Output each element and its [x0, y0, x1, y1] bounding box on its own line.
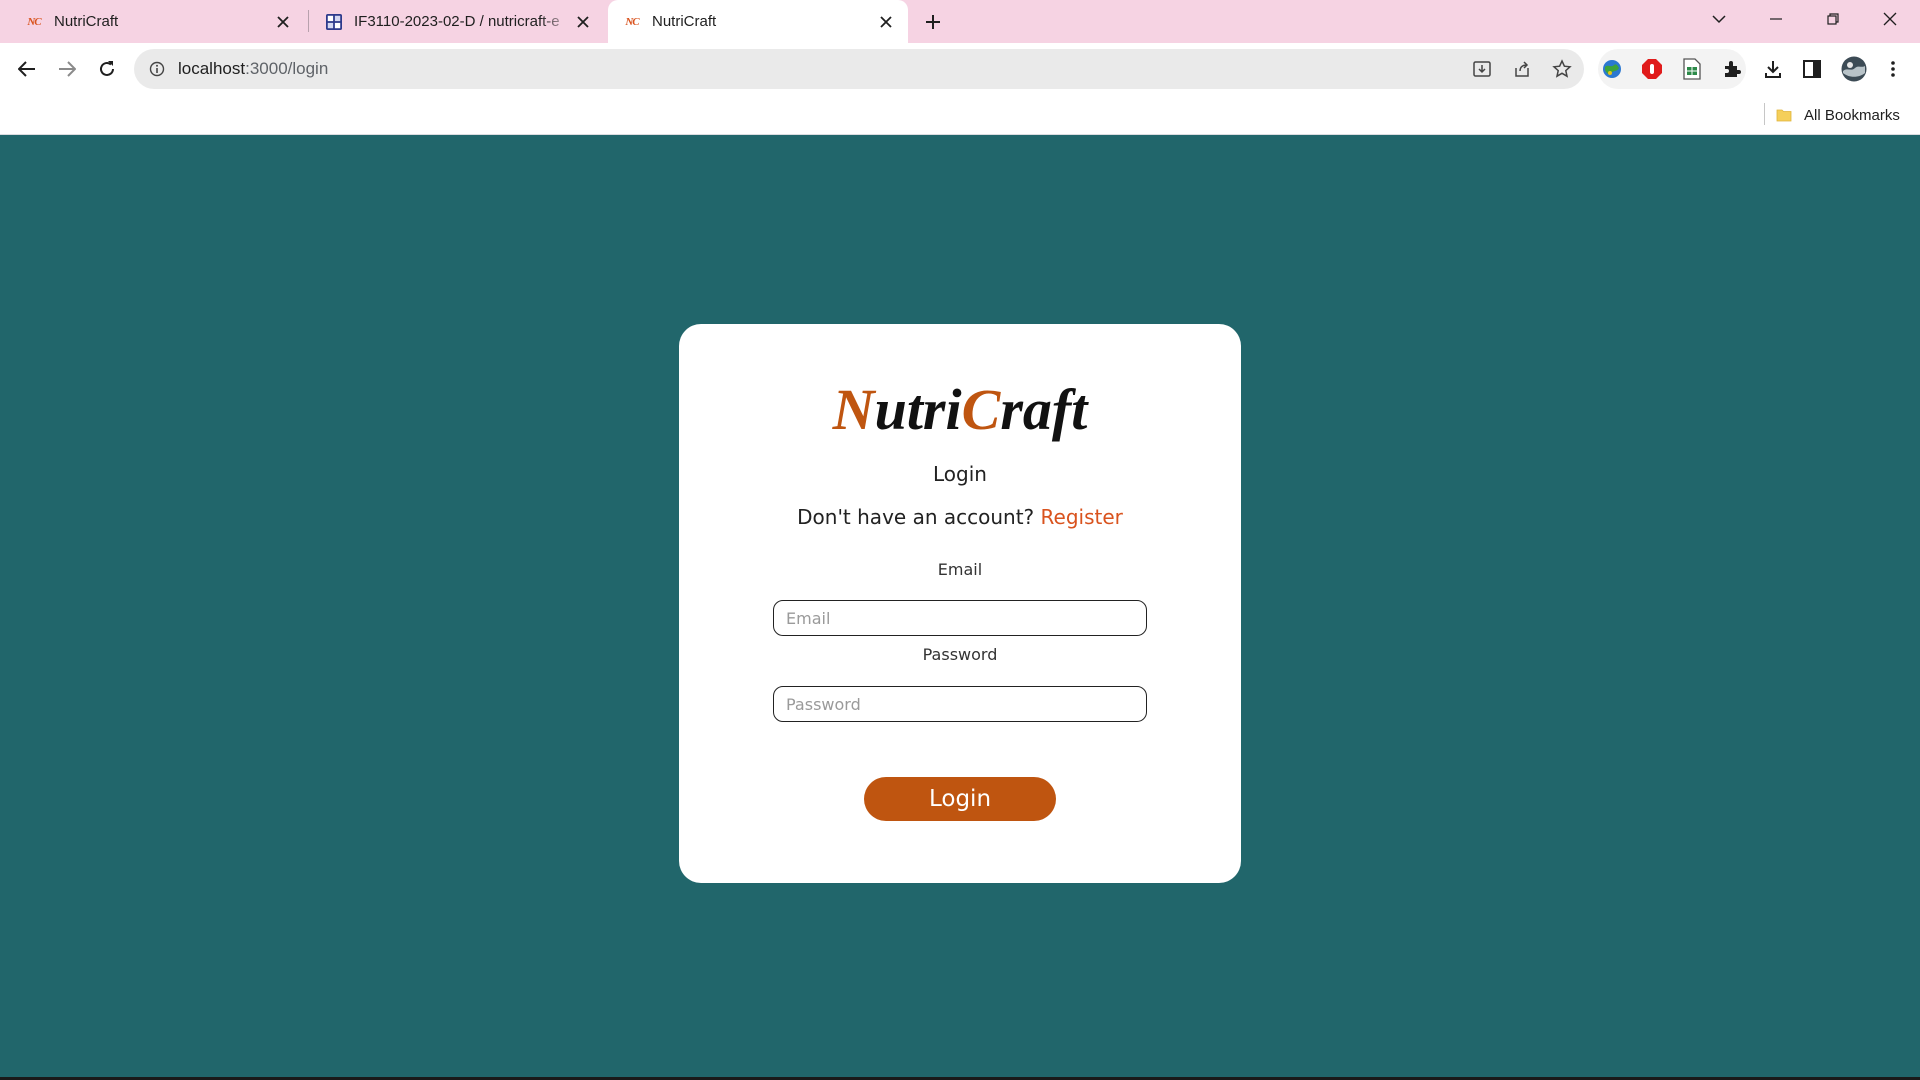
close-icon[interactable]	[573, 12, 593, 32]
bookmarks-bar: All Bookmarks	[0, 95, 1920, 135]
tab-strip: NC NutriCraft IF3110-2023-02-D / nutricr…	[0, 0, 1920, 43]
bookmark-star-icon[interactable]	[1551, 58, 1573, 80]
close-icon[interactable]	[876, 12, 896, 32]
password-label: Password	[922, 645, 998, 664]
all-bookmarks-button[interactable]: All Bookmarks	[1776, 102, 1900, 128]
tab-title: IF3110-2023-02-D / nutricraft-e	[354, 13, 560, 30]
minimize-button[interactable]	[1753, 0, 1799, 38]
profile-avatar[interactable]	[1841, 56, 1867, 82]
register-link[interactable]: Register	[1041, 505, 1123, 529]
reload-button[interactable]	[91, 53, 123, 85]
email-label: Email	[937, 560, 983, 579]
login-button[interactable]: Login	[864, 777, 1056, 821]
gitlab-project-icon	[326, 13, 342, 30]
more-menu-icon[interactable]	[1882, 58, 1904, 80]
tab-nutricraft-1[interactable]: NC NutriCraft	[10, 0, 305, 43]
forward-button[interactable]	[51, 53, 83, 85]
stop-extension-icon[interactable]	[1641, 58, 1663, 80]
url-text[interactable]: localhost:3000/login	[178, 59, 328, 79]
new-tab-button[interactable]	[920, 9, 946, 35]
site-info-icon[interactable]	[148, 60, 166, 78]
downloads-icon[interactable]	[1762, 58, 1784, 80]
side-panel-icon[interactable]	[1801, 58, 1823, 80]
tab-title: NutriCraft	[54, 13, 119, 30]
globe-extension-icon[interactable]	[1601, 58, 1623, 80]
nutricraft-logo-icon: NC	[625, 15, 639, 28]
tab-search-chevron-icon[interactable]	[1696, 0, 1742, 38]
page-background: NutriCraft Login Don't have an account? …	[0, 135, 1920, 1077]
browser-toolbar: localhost:3000/login	[0, 43, 1920, 95]
close-icon[interactable]	[273, 12, 293, 32]
register-prompt: Don't have an account? Register	[797, 505, 1123, 529]
tab-gitlab[interactable]: IF3110-2023-02-D / nutricraft-e	[310, 0, 605, 43]
share-icon[interactable]	[1511, 58, 1533, 80]
tab-nutricraft-active[interactable]: NC NutriCraft	[608, 0, 908, 43]
password-field[interactable]	[773, 686, 1147, 722]
restore-button[interactable]	[1810, 0, 1856, 38]
bookmark-label: All Bookmarks	[1804, 106, 1900, 124]
close-window-button[interactable]	[1867, 0, 1913, 38]
extensions-puzzle-icon[interactable]	[1721, 58, 1743, 80]
address-bar[interactable]: localhost:3000/login	[134, 49, 1584, 89]
tab-title: NutriCraft	[652, 13, 717, 30]
nutricraft-logo-icon: NC	[27, 15, 41, 28]
nutricraft-logo: NutriCraft	[832, 377, 1088, 442]
bookmarks-separator	[1764, 103, 1765, 125]
email-field[interactable]	[773, 600, 1147, 636]
page-title: Login	[933, 462, 987, 486]
sheets-extension-icon[interactable]	[1681, 58, 1703, 80]
folder-icon	[1776, 109, 1792, 122]
login-card: NutriCraft Login Don't have an account? …	[679, 324, 1241, 883]
install-app-icon[interactable]	[1471, 58, 1493, 80]
back-button[interactable]	[11, 53, 43, 85]
tab-separator	[308, 10, 309, 32]
